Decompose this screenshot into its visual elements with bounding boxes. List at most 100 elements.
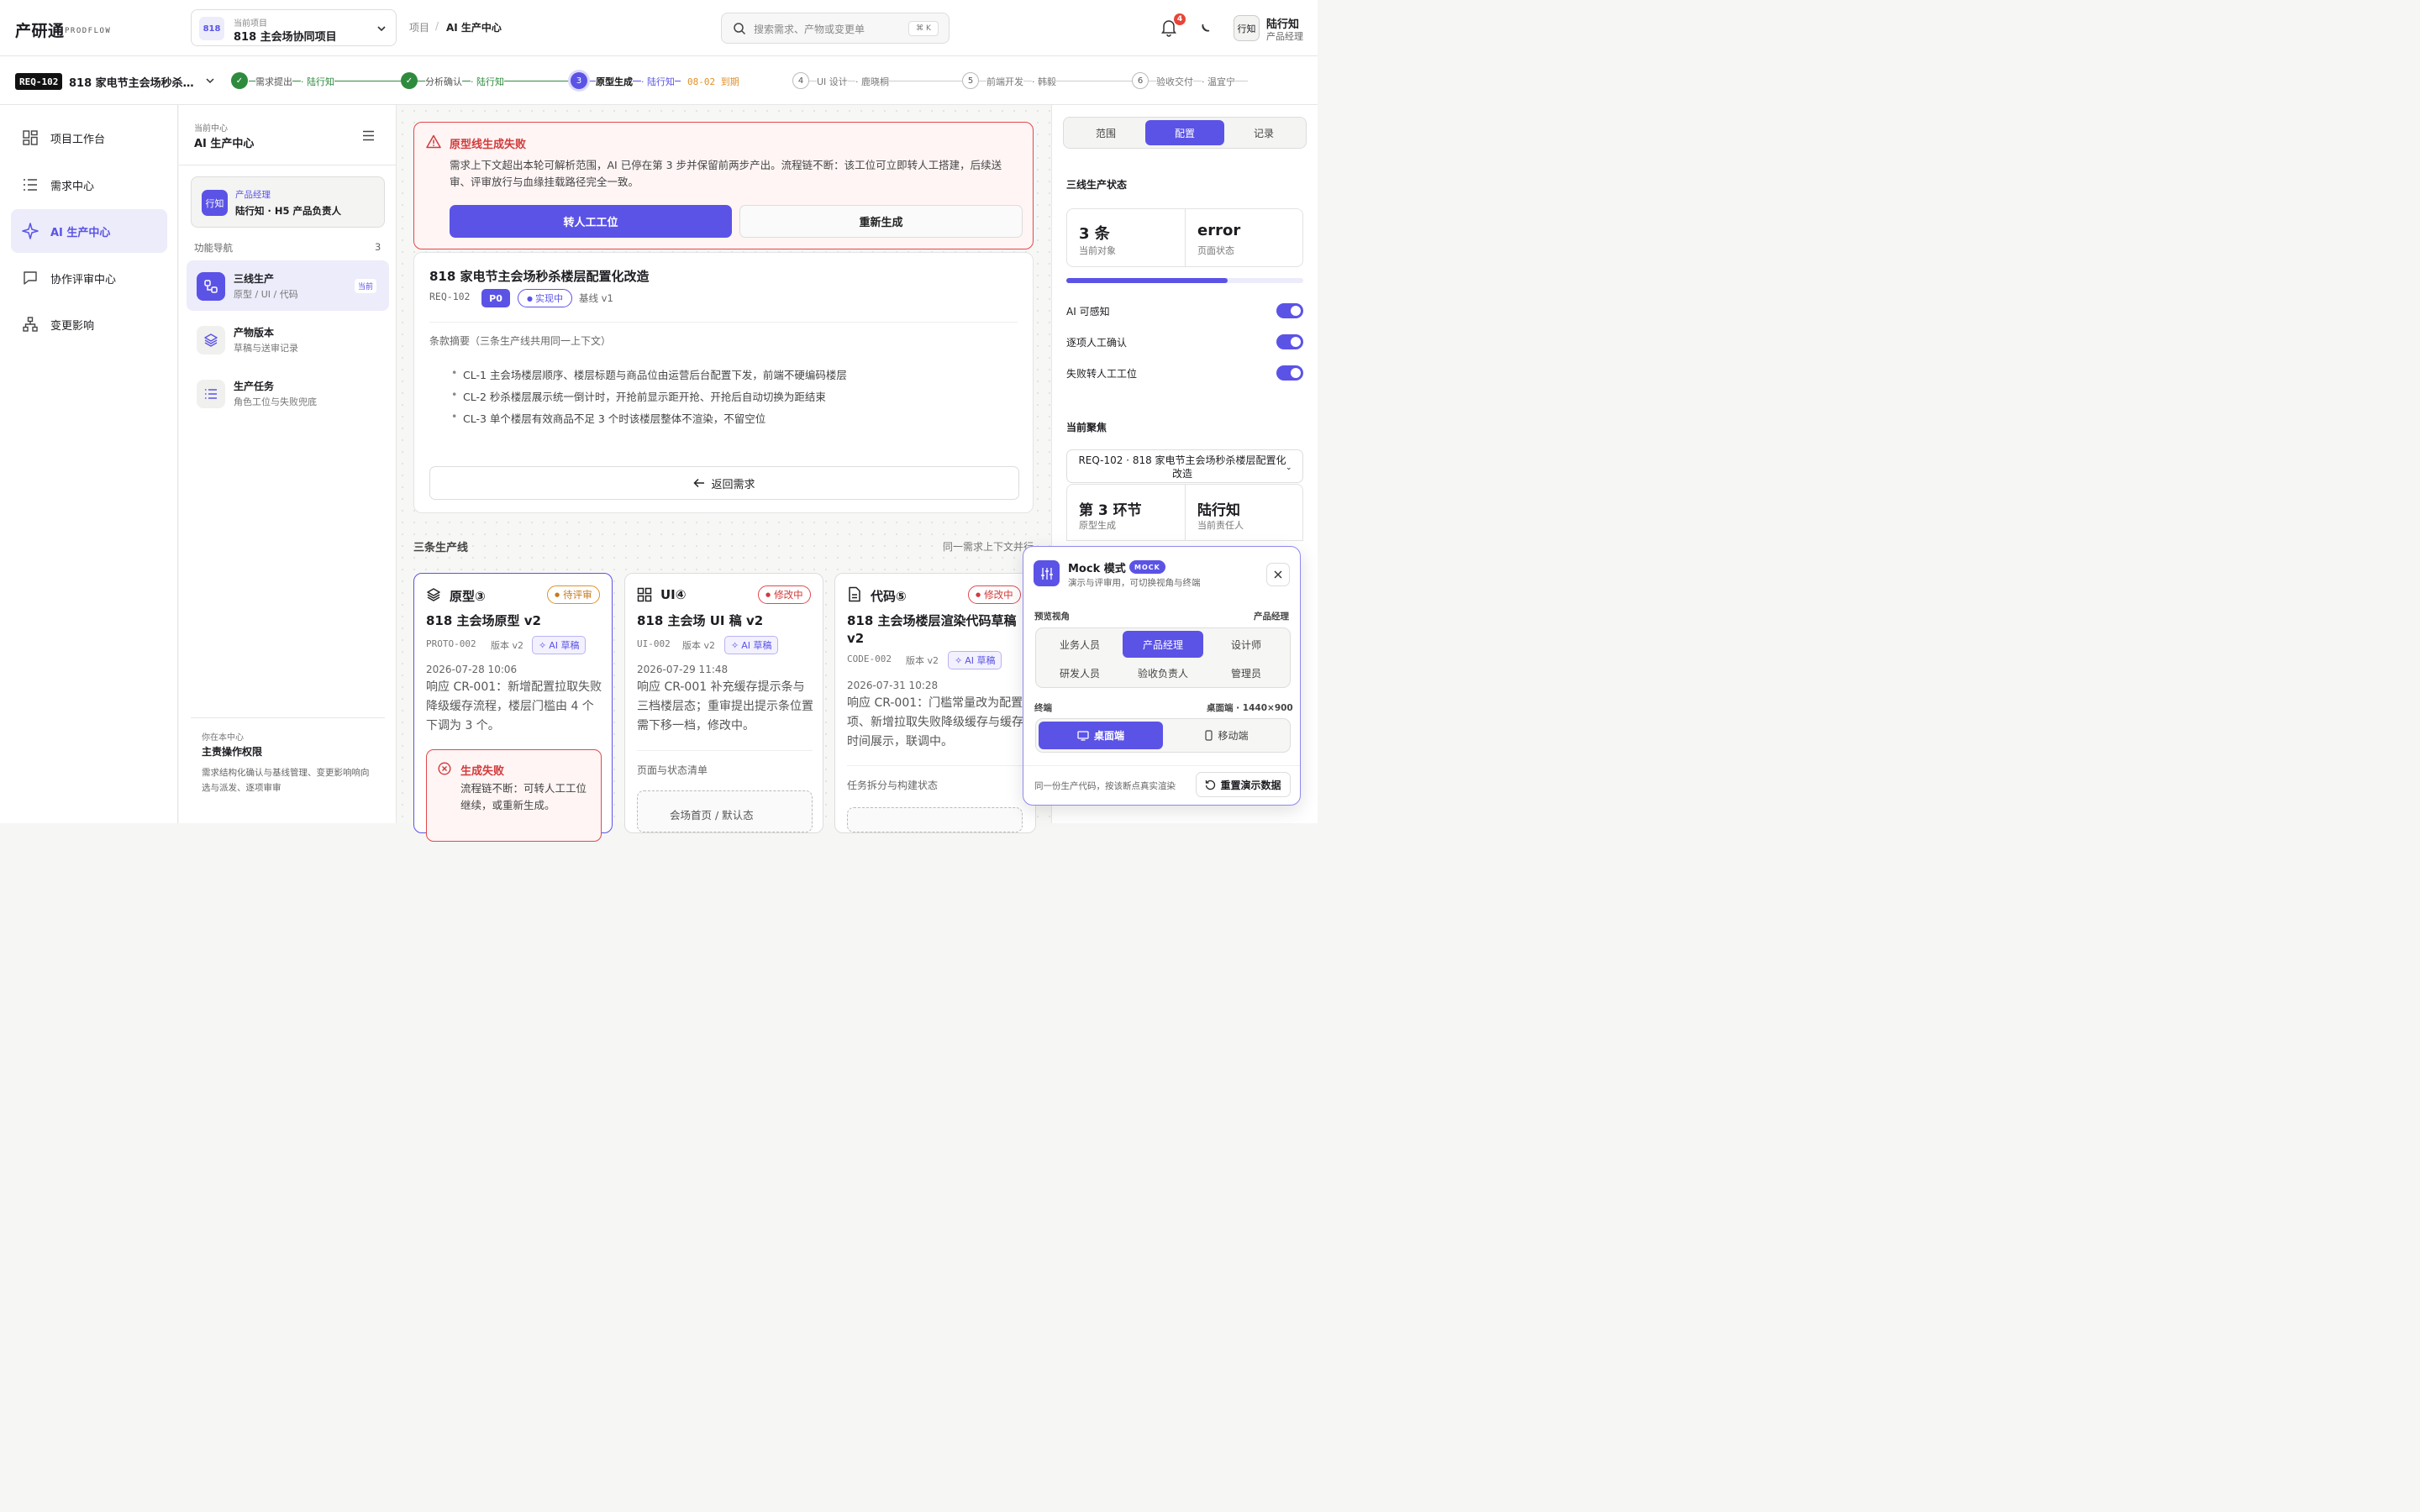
status-badge: ● 实现中 (518, 289, 572, 307)
requirement-title[interactable]: 818 家电节主会场秒杀… (69, 74, 194, 90)
summary-label: 条款摘要（三条生产线共用同一上下文） (429, 335, 612, 347)
view-label: 预览视角 (1034, 612, 1070, 622)
sidebar-item-review[interactable]: 协作评审中心 (11, 256, 167, 300)
menu-icon[interactable] (362, 130, 375, 141)
project-selector[interactable]: 818 当前项目 818 主会场协同项目 (191, 9, 397, 46)
line-version: 版本 v2 (491, 640, 524, 651)
production-line-card-code[interactable]: 代码⑤ ● 修改中 818 主会场楼层渲染代码草稿 v2 CODE-002 版本 … (834, 573, 1036, 833)
step-2-check-icon[interactable]: ✓ (401, 72, 418, 89)
reset-demo-button[interactable]: 重置演示数据 (1196, 772, 1291, 797)
line-title: 原型③ (450, 589, 486, 604)
line-description: 响应 CR-001 补充缓存提示条与三档楼层态；重审提出提示条位置需下移一档，修… (637, 680, 813, 732)
step-3-circle[interactable]: 3 (571, 72, 587, 89)
step-6-circle[interactable]: 6 (1132, 72, 1149, 89)
close-icon[interactable] (1266, 563, 1290, 586)
sidebar-item-requirements[interactable]: 需求中心 (11, 163, 167, 207)
toggle-fail-manual[interactable] (1276, 365, 1303, 381)
current-tag: 当前 (355, 279, 377, 293)
sidebar-item-label: 协作评审中心 (50, 273, 117, 286)
progress-track (1066, 278, 1303, 283)
step-4-label: UI 设计 (817, 75, 848, 88)
divider (847, 765, 1023, 766)
role-acceptance[interactable]: 验收负责人 (1123, 660, 1203, 685)
sidebar-item-change-impact[interactable]: 变更影响 (11, 302, 167, 346)
error-text: 需求上下文超出本轮可解析范围，AI 已停在第 3 步并保留前两步产出。流程链不断… (450, 159, 1002, 188)
focus-select[interactable]: REQ-102 · 818 家电节主会场秒杀楼层配置化改造 ⌄ (1066, 449, 1303, 483)
clause-item: CL-3 单个楼层有效商品不足 3 个时该楼层整体不渲染，不留空位 (451, 410, 765, 426)
tab-config[interactable]: 配置 (1145, 120, 1224, 145)
mock-sub: 演示与评审用，可切换视角与终端 (1068, 578, 1201, 588)
step-5-owner: · 韩毅 (1032, 75, 1056, 88)
focus-title: 当前聚焦 (1066, 422, 1107, 433)
sidebar-item-label: AI 生产中心 (50, 226, 111, 239)
focus-stage: 第 3 环节 原型生成 (1066, 484, 1186, 541)
back-to-requirement-button[interactable]: 返回需求 (429, 466, 1019, 500)
section-count: 3 (375, 241, 381, 253)
toggle-ai-aware[interactable] (1276, 303, 1303, 318)
sparkle-icon: ✧ (731, 639, 739, 651)
layers-icon (197, 326, 225, 354)
device-mobile-button[interactable]: 移动端 (1165, 722, 1288, 749)
sidebar-item-dashboard[interactable]: 项目工作台 (11, 116, 167, 160)
function-item-title: 生产任务 (234, 381, 275, 392)
warning-icon (426, 134, 441, 149)
step-4-circle[interactable]: 4 (792, 72, 809, 89)
function-item-three-lines[interactable]: 三线生产 原型 / UI / 代码 当前 (187, 260, 389, 311)
production-line-card-ui[interactable]: UI④ ● 修改中 818 主会场 UI 稿 v2 UI-002 版本 v2 ✧ A… (624, 573, 823, 833)
sidebar-item-ai-production[interactable]: AI 生产中心 (11, 209, 167, 253)
chevron-down-icon: ⌄ (1286, 464, 1292, 472)
role-designer[interactable]: 设计师 (1206, 631, 1286, 658)
tab-scope[interactable]: 范围 (1066, 120, 1145, 145)
breadcrumb-root[interactable]: 项目 (409, 20, 429, 34)
role-business[interactable]: 业务人员 (1039, 631, 1120, 658)
regenerate-button[interactable]: 重新生成 (739, 205, 1023, 238)
line-description: 响应 CR-001：新增配置拉取失败降级缓存流程，楼层门槛由 4 个下调为 3 … (426, 680, 602, 732)
notification-badge: 4 (1174, 13, 1186, 25)
search-shortcut: ⌘ K (908, 21, 939, 36)
tab-records[interactable]: 记录 (1224, 120, 1303, 145)
footer-title: 主责操作权限 (202, 746, 263, 758)
toggle-label: 逐项人工确认 (1066, 337, 1128, 349)
progress-fill (1066, 278, 1228, 283)
production-line-card-prototype[interactable]: 原型③ ● 待评审 818 主会场原型 v2 PROTO-002 版本 v2 ✧ A… (413, 573, 613, 842)
list-label: 页面与状态清单 (637, 764, 708, 776)
flow-icon (197, 272, 225, 301)
search-placeholder: 搜索需求、产物或变更单 (754, 24, 865, 35)
step-3-label: 原型生成 (596, 75, 633, 88)
step-2-label: 分析确认 (425, 75, 462, 88)
sidebar-item-label: 需求中心 (50, 180, 95, 193)
user-avatar[interactable]: 行知 (1234, 15, 1260, 41)
line-artifact-code: UI-002 (637, 638, 671, 649)
toggle-manual-confirm[interactable] (1276, 334, 1303, 349)
step-5-circle[interactable]: 5 (962, 72, 979, 89)
sliders-icon (1034, 560, 1060, 586)
step-5-label: 前端开发 (986, 75, 1023, 88)
role-admin[interactable]: 管理员 (1206, 660, 1286, 685)
center-name: AI 生产中心 (194, 138, 255, 150)
line-artifact-name: 818 主会场原型 v2 (426, 613, 541, 628)
role-developer[interactable]: 研发人员 (1039, 660, 1120, 685)
chevron-down-icon[interactable] (205, 76, 215, 86)
stat-label: 原型生成 (1079, 520, 1116, 531)
function-item-versions[interactable]: 产物版本 草稿与送审记录 (187, 314, 389, 365)
line-status-badge: ● 待评审 (547, 585, 600, 604)
transfer-manual-button[interactable]: 转人工工位 (450, 205, 732, 238)
sidebar-item-label: 变更影响 (50, 319, 95, 333)
sparkle-icon: ✧ (955, 654, 963, 666)
moon-icon[interactable] (1197, 19, 1214, 36)
step-1-check-icon[interactable]: ✓ (231, 72, 248, 89)
role-product-manager[interactable]: 产品经理 (1123, 631, 1203, 658)
list-item[interactable]: 会场首页 / 默认态 (637, 790, 813, 832)
back-label: 返回需求 (711, 478, 755, 491)
function-item-title: 产物版本 (234, 327, 275, 339)
step-1-label: 需求提出 (255, 75, 292, 88)
device-desktop-button[interactable]: 桌面端 (1039, 722, 1163, 749)
search-input[interactable]: 搜索需求、产物或变更单 ⌘ K (721, 13, 950, 44)
footer-desc: 需求结构化确认与基线管理、变更影响响向选与派发、逐项审审 (202, 768, 370, 793)
function-item-tasks[interactable]: 生产任务 角色工位与失败兜底 (187, 368, 389, 418)
list-label: 任务拆分与构建状态 (847, 780, 939, 791)
device-current: 桌面端 · 1440×900 (1207, 703, 1293, 713)
step-4-owner: · 鹿晓桐 (855, 75, 889, 88)
list-item-label: 会场首页 / 默认态 (670, 809, 754, 822)
requirement-card: 818 家电节主会场秒杀楼层配置化改造 REQ-102 P0 ● 实现中 基线 v… (413, 252, 1034, 513)
